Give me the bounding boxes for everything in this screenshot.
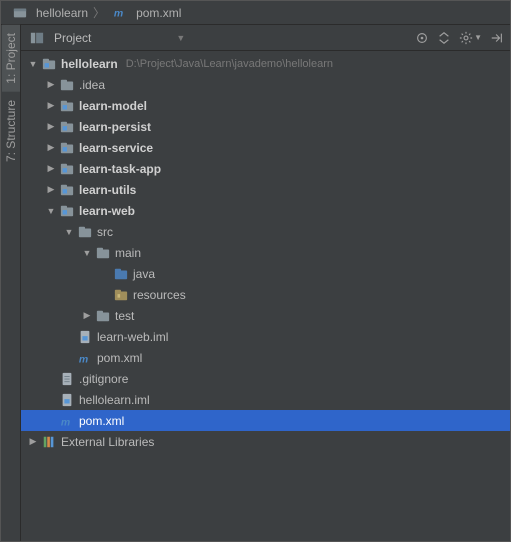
tree-label: learn-persist (79, 120, 151, 134)
tree-label: learn-web (79, 204, 135, 218)
tree-row[interactable]: ▶ learn-model (21, 95, 510, 116)
chevron-right-icon[interactable]: ▶ (45, 163, 57, 175)
svg-text:m: m (61, 416, 70, 428)
tree-label: learn-utils (79, 183, 136, 197)
project-tree[interactable]: ▼ hellolearn D:\Project\Java\Learn\javadem… (21, 51, 510, 541)
folder-icon (95, 308, 111, 324)
chevron-down-icon[interactable]: ▼ (81, 247, 93, 259)
chevron-down-icon[interactable]: ▼ (27, 58, 39, 70)
sidebar-tab-project[interactable]: 1: Project (2, 25, 20, 92)
tree-row[interactable]: ▶ learn-task-app (21, 158, 510, 179)
chevron-right-icon[interactable]: ▶ (45, 142, 57, 154)
tree-row[interactable]: resources (21, 284, 510, 305)
svg-text:m: m (114, 7, 123, 19)
module-icon (59, 119, 75, 135)
module-icon (12, 5, 28, 21)
tree-label: learn-web.iml (97, 330, 168, 344)
tree-row[interactable]: ▶ External Libraries (21, 431, 510, 452)
sidebar-tab-structure[interactable]: 7: Structure (2, 92, 20, 170)
breadcrumb-root-label: hellolearn (36, 6, 88, 20)
tree-label: learn-model (79, 99, 147, 113)
tree-label: pom.xml (79, 414, 124, 428)
folder-icon (95, 245, 111, 261)
tree-row[interactable]: learn-web.iml (21, 326, 510, 347)
tree-label: java (133, 267, 155, 281)
source-icon (113, 266, 129, 282)
module-icon (59, 140, 75, 156)
breadcrumb-root[interactable]: hellolearn (7, 5, 91, 21)
gear-icon[interactable]: ▼ (459, 31, 482, 45)
module-icon (59, 182, 75, 198)
tree-row[interactable]: ▼ src (21, 221, 510, 242)
panel-title: Project (54, 31, 91, 45)
chevron-down-icon[interactable]: ▼ (45, 205, 57, 217)
tree-label: main (115, 246, 141, 260)
tree-label: pom.xml (97, 351, 142, 365)
tree-hint: D:\Project\Java\Learn\javademo\hellolear… (126, 58, 333, 70)
locate-icon[interactable] (415, 31, 429, 45)
maven-icon: m (112, 5, 128, 21)
chevron-down-icon[interactable]: ▼ (63, 226, 75, 238)
tree-label: learn-service (79, 141, 153, 155)
chevron-right-icon[interactable]: ▶ (45, 121, 57, 133)
tree-row[interactable]: ▶ .idea (21, 74, 510, 95)
tree-label: hellolearn (61, 57, 118, 71)
module-icon (59, 203, 75, 219)
maven-icon: m (77, 350, 93, 366)
chevron-right-icon[interactable]: ▶ (45, 184, 57, 196)
tree-label: .idea (79, 78, 105, 92)
tree-row[interactable]: hellolearn.iml (21, 389, 510, 410)
tree-label: resources (133, 288, 186, 302)
maven-icon: m (59, 413, 75, 429)
module-icon (41, 56, 57, 72)
tree-row[interactable]: m pom.xml (21, 410, 510, 431)
breadcrumb: hellolearn 〉 m pom.xml (1, 1, 510, 25)
iml-icon (59, 392, 75, 408)
tree-label: test (115, 309, 134, 323)
file-icon (59, 371, 75, 387)
tree-row[interactable]: java (21, 263, 510, 284)
hide-icon[interactable] (490, 31, 504, 45)
tree-row[interactable]: ▶ test (21, 305, 510, 326)
collapse-icon[interactable] (437, 31, 451, 45)
chevron-right-icon[interactable]: ▶ (81, 310, 93, 322)
tree-row[interactable]: ▼ hellolearn D:\Project\Java\Learn\javadem… (21, 53, 510, 74)
iml-icon (77, 329, 93, 345)
project-view-icon (29, 30, 45, 46)
view-dropdown-icon[interactable]: ▼ (176, 33, 185, 43)
svg-text:m: m (79, 353, 88, 365)
tree-row[interactable]: ▶ learn-utils (21, 179, 510, 200)
chevron-right-icon[interactable]: ▶ (45, 100, 57, 112)
tree-label: src (97, 225, 113, 239)
tree-label: learn-task-app (79, 162, 161, 176)
module-icon (59, 161, 75, 177)
folder-icon (77, 224, 93, 240)
resource-icon (113, 287, 129, 303)
tree-label: hellolearn.iml (79, 393, 150, 407)
lib-icon (41, 434, 57, 450)
tree-row[interactable]: .gitignore (21, 368, 510, 389)
tree-row[interactable]: ▼ main (21, 242, 510, 263)
module-icon (59, 98, 75, 114)
folder-icon (59, 77, 75, 93)
breadcrumb-file-label: pom.xml (136, 6, 181, 20)
tree-row[interactable]: ▶ learn-persist (21, 116, 510, 137)
chevron-right-icon[interactable]: ▶ (45, 79, 57, 91)
tree-row[interactable]: ▶ learn-service (21, 137, 510, 158)
tool-window-sidebar: 1: Project 7: Structure (1, 25, 21, 541)
chevron-right-icon[interactable]: ▶ (27, 436, 39, 448)
tree-label: .gitignore (79, 372, 128, 386)
tree-row[interactable]: ▼ learn-web (21, 200, 510, 221)
tree-row[interactable]: m pom.xml (21, 347, 510, 368)
breadcrumb-separator: 〉 (93, 4, 105, 21)
tree-label: External Libraries (61, 435, 154, 449)
project-panel-header: Project ▼ ▼ (21, 25, 510, 51)
breadcrumb-file[interactable]: m pom.xml (107, 5, 184, 21)
